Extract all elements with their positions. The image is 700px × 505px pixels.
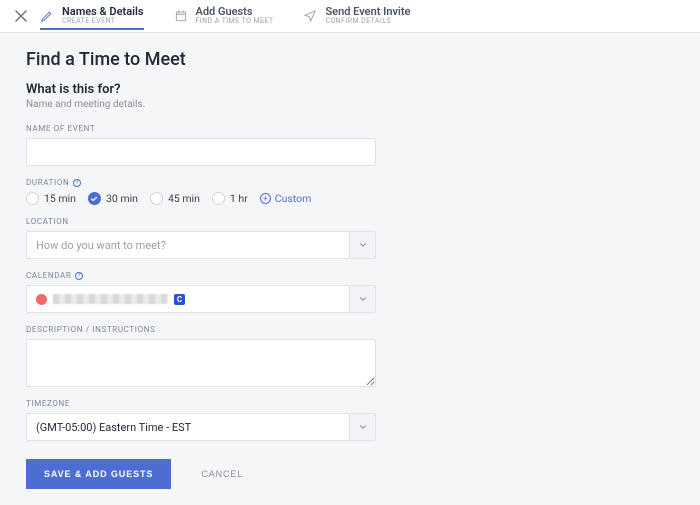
calendar-badge-icon: C: [174, 294, 185, 305]
step-names-details[interactable]: Names & Details CREATE EVENT: [40, 2, 144, 31]
calendar-select[interactable]: C: [26, 285, 350, 313]
action-row: SAVE & ADD GUESTS CANCEL: [26, 459, 674, 489]
label-calendar: CALENDAR ?: [26, 271, 674, 280]
label-timezone: TIMEZONE: [26, 399, 674, 408]
duration-options: 15 min 30 min 45 min 1 hr + Custom: [26, 192, 674, 205]
paper-plane-icon: [303, 9, 317, 23]
duration-15[interactable]: 15 min: [26, 192, 76, 205]
wizard-steps: Names & Details CREATE EVENT Add Guests …: [40, 2, 410, 31]
calendar-icon: [174, 9, 188, 23]
cancel-button[interactable]: CANCEL: [195, 468, 249, 480]
event-name-input[interactable]: [26, 138, 376, 166]
section-subtitle: Name and meeting details.: [26, 99, 674, 110]
topbar: Names & Details CREATE EVENT Add Guests …: [0, 0, 700, 33]
step-title: Send Event Invite: [325, 6, 410, 18]
label-duration: DURATION ?: [26, 178, 674, 187]
page-title: Find a Time to Meet: [26, 49, 674, 70]
field-name-of-event: NAME OF EVENT: [26, 124, 674, 166]
step-title: Add Guests: [196, 6, 274, 18]
help-icon[interactable]: ?: [75, 272, 83, 280]
field-description: DESCRIPTION / INSTRUCTIONS: [26, 325, 674, 387]
help-icon[interactable]: ?: [73, 179, 81, 187]
duration-30[interactable]: 30 min: [88, 192, 138, 205]
timezone-select[interactable]: (GMT-05:00) Eastern Time - EST: [26, 413, 350, 441]
save-add-guests-button[interactable]: SAVE & ADD GUESTS: [26, 459, 171, 489]
label-location: LOCATION: [26, 217, 674, 226]
label-name-of-event: NAME OF EVENT: [26, 124, 674, 133]
step-subtitle: CREATE EVENT: [62, 18, 144, 26]
step-add-guests[interactable]: Add Guests FIND A TIME TO MEET: [174, 2, 274, 31]
calendar-name-redacted: [53, 294, 168, 304]
radio-icon: [150, 192, 163, 205]
pencil-icon: [40, 9, 54, 23]
location-select[interactable]: How do you want to meet?: [26, 231, 350, 259]
step-title: Names & Details: [62, 6, 144, 18]
step-send-invite[interactable]: Send Event Invite CONFIRM DETAILS: [303, 2, 410, 31]
step-subtitle: CONFIRM DETAILS: [325, 18, 410, 26]
field-timezone: TIMEZONE (GMT-05:00) Eastern Time - EST: [26, 399, 674, 441]
calendar-color-dot: [36, 294, 47, 305]
field-duration: DURATION ? 15 min 30 min 45 min 1 hr: [26, 178, 674, 205]
chevron-down-icon[interactable]: [350, 285, 376, 313]
duration-custom[interactable]: + Custom: [260, 192, 312, 205]
chevron-down-icon[interactable]: [350, 413, 376, 441]
radio-icon: [26, 192, 39, 205]
description-textarea[interactable]: [26, 339, 376, 387]
radio-icon: [212, 192, 225, 205]
page-body: Find a Time to Meet What is this for? Na…: [0, 33, 700, 499]
duration-45[interactable]: 45 min: [150, 192, 200, 205]
plus-circle-icon: +: [260, 193, 271, 204]
label-description: DESCRIPTION / INSTRUCTIONS: [26, 325, 674, 334]
chevron-down-icon[interactable]: [350, 231, 376, 259]
radio-icon: [88, 192, 101, 205]
duration-1hr[interactable]: 1 hr: [212, 192, 248, 205]
step-subtitle: FIND A TIME TO MEET: [196, 18, 274, 26]
close-icon[interactable]: [12, 7, 30, 25]
section-title: What is this for?: [26, 82, 674, 97]
field-location: LOCATION How do you want to meet?: [26, 217, 674, 259]
field-calendar: CALENDAR ? C: [26, 271, 674, 313]
